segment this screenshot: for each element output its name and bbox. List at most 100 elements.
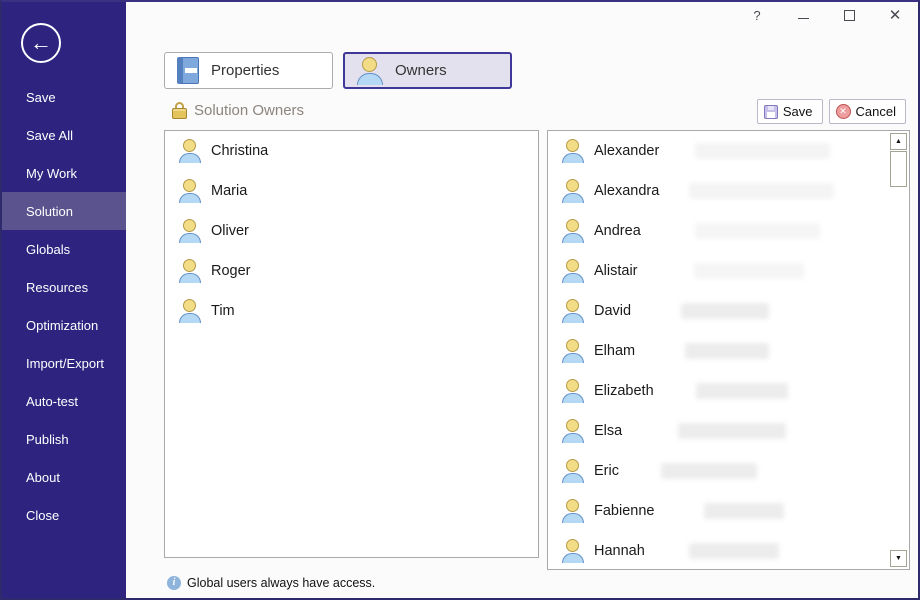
person-icon — [562, 539, 584, 563]
sidebar-item-label: Optimization — [26, 318, 98, 333]
lock-icon — [172, 102, 187, 119]
action-bar: Save ✕ Cancel — [757, 99, 906, 124]
redacted-surname — [694, 263, 804, 279]
person-icon — [562, 139, 584, 163]
owner-list-item[interactable]: Maria — [165, 171, 538, 211]
owner-name: Christina — [211, 143, 268, 159]
maximize-icon — [844, 10, 855, 21]
sidebar-item[interactable]: Publish — [2, 420, 126, 458]
user-name: Eric — [594, 463, 619, 479]
redacted-surname — [661, 463, 757, 479]
scroll-down-button[interactable]: ▼ — [890, 550, 907, 567]
user-name: David — [594, 303, 631, 319]
sidebar-item[interactable]: Solution — [2, 192, 126, 230]
redacted-surname — [678, 423, 786, 439]
owner-list-item[interactable]: Roger — [165, 251, 538, 291]
floppy-disk-icon — [764, 105, 778, 119]
sidebar-item-label: Resources — [26, 280, 88, 295]
solution-owners-list: Christina Maria Oliver — [164, 130, 539, 558]
user-list-item[interactable]: David — [548, 291, 909, 331]
owner-name: Oliver — [211, 223, 249, 239]
owner-list-item[interactable]: Tim — [165, 291, 538, 331]
scroll-up-button[interactable]: ▲ — [890, 133, 907, 150]
sidebar-item-label: My Work — [26, 166, 77, 181]
person-head — [362, 57, 377, 72]
close-button[interactable]: ✕ — [872, 2, 918, 28]
user-name: Andrea — [594, 223, 641, 239]
scrollbar-thumb[interactable] — [890, 151, 907, 187]
sidebar-item-label: Publish — [26, 432, 69, 447]
minimize-icon — [798, 18, 809, 19]
scroll-up-icon: ▲ — [895, 138, 902, 145]
sidebar-item-label: Auto-test — [26, 394, 78, 409]
user-list-item[interactable]: Andrea — [548, 211, 909, 251]
main-content: Properties Owners Solution Owners Sav — [126, 30, 918, 598]
available-users-list: Alexander Alexandra — [547, 130, 910, 570]
user-list-item[interactable]: Alexandra — [548, 171, 909, 211]
sidebar-item[interactable]: Globals — [2, 230, 126, 268]
cancel-x-icon: ✕ — [836, 104, 851, 119]
user-name: Alexandra — [594, 183, 659, 199]
user-list-item[interactable]: Eric — [548, 451, 909, 491]
redacted-surname — [696, 383, 788, 399]
user-list-item[interactable]: Elham — [548, 331, 909, 371]
maximize-button[interactable] — [826, 2, 872, 28]
sidebar-item[interactable]: Resources — [2, 268, 126, 306]
person-icon — [179, 299, 201, 323]
person-icon — [179, 219, 201, 243]
tab-owners[interactable]: Owners — [343, 52, 512, 89]
person-icon — [562, 499, 584, 523]
tab-properties[interactable]: Properties — [164, 52, 333, 89]
sidebar-item-label: Solution — [26, 204, 73, 219]
sidebar-item[interactable]: About — [2, 458, 126, 496]
user-list-item[interactable]: Elsa — [548, 411, 909, 451]
sidebar-item[interactable]: My Work — [2, 154, 126, 192]
sidebar-item-label: Import/Export — [26, 356, 104, 371]
redacted-surname — [695, 143, 830, 159]
footer-note: i Global users always have access. — [167, 576, 375, 590]
sidebar-item-label: About — [26, 470, 60, 485]
properties-book-icon — [177, 57, 199, 84]
redacted-surname — [704, 503, 784, 519]
redacted-surname — [695, 223, 820, 239]
sidebar-item[interactable]: Import/Export — [2, 344, 126, 382]
help-icon: ? — [753, 8, 760, 23]
owner-list-item[interactable]: Christina — [165, 131, 538, 171]
sidebar-item[interactable]: Save — [2, 78, 126, 116]
sidebar-item[interactable]: Save All — [2, 116, 126, 154]
help-button[interactable]: ? — [734, 2, 780, 28]
sidebar-item[interactable]: Close — [2, 496, 126, 534]
user-list-item[interactable]: Elizabeth — [548, 371, 909, 411]
person-body — [357, 73, 383, 85]
close-icon: ✕ — [889, 8, 902, 23]
tab-properties-label: Properties — [211, 62, 279, 79]
back-button[interactable]: ← — [21, 23, 61, 63]
person-icon — [562, 219, 584, 243]
section-header: Solution Owners — [172, 102, 304, 119]
available-users-rows: Alexander Alexandra — [548, 131, 909, 570]
minimize-button[interactable] — [780, 2, 826, 28]
cancel-button[interactable]: ✕ Cancel — [829, 99, 906, 124]
sidebar-item[interactable]: Optimization — [2, 306, 126, 344]
owner-name: Tim — [211, 303, 235, 319]
redacted-surname — [689, 183, 834, 199]
user-name: Fabienne — [594, 503, 654, 519]
sidebar-item-label: Save — [26, 90, 56, 105]
user-list-item[interactable]: Hannah — [548, 531, 909, 570]
redacted-surname — [689, 543, 779, 559]
sidebar-item-label: Save All — [26, 128, 73, 143]
user-list-item[interactable]: Alistair — [548, 251, 909, 291]
save-button[interactable]: Save — [757, 99, 823, 124]
redacted-surname — [681, 303, 769, 319]
user-name: Alistair — [594, 263, 638, 279]
owner-list-item[interactable]: Oliver — [165, 211, 538, 251]
sidebar-menu: Save Save All My Work Solution Globals — [2, 78, 126, 534]
user-list-item[interactable]: Fabienne — [548, 491, 909, 531]
person-icon — [357, 57, 383, 85]
sidebar-item-label: Globals — [26, 242, 70, 257]
info-icon: i — [167, 576, 181, 590]
sidebar-item[interactable]: Auto-test — [2, 382, 126, 420]
user-name: Elsa — [594, 423, 622, 439]
user-list-item[interactable]: Alexander — [548, 131, 909, 171]
owner-name: Roger — [211, 263, 251, 279]
